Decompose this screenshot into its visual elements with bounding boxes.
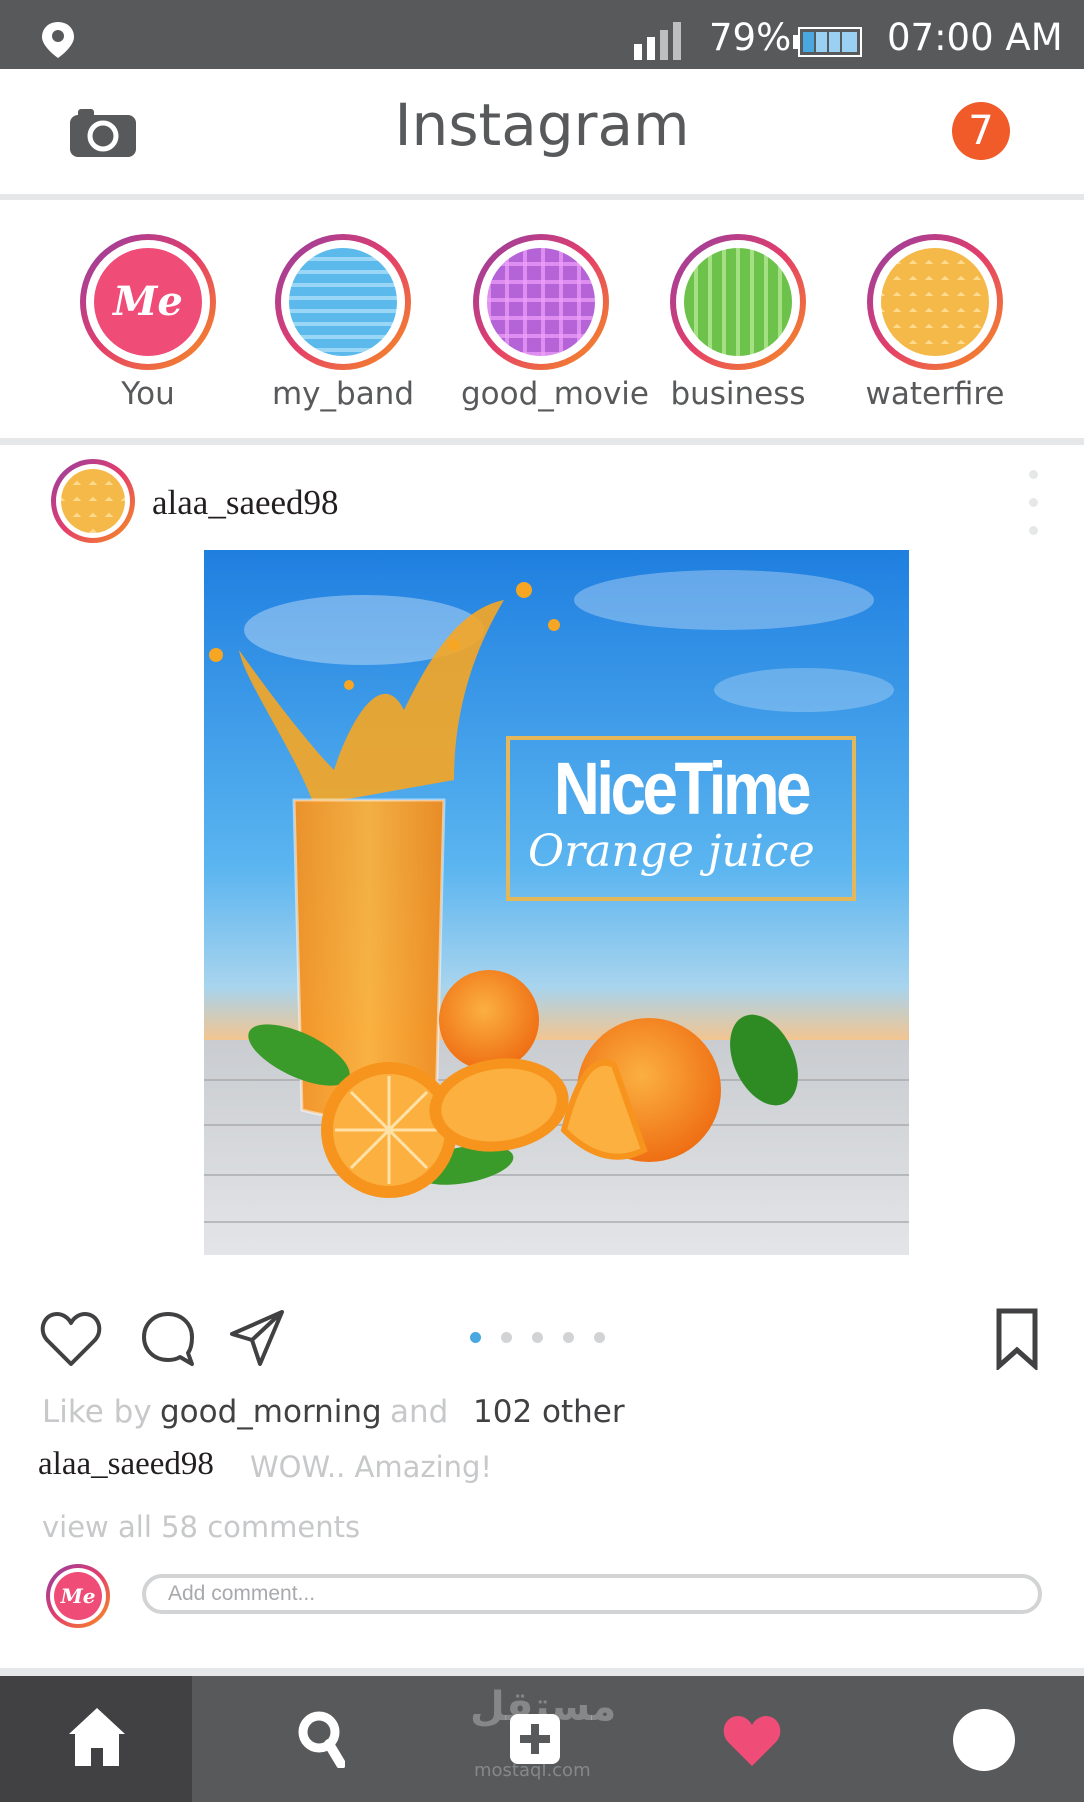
promo-textbox: NiceTime Orange juice — [506, 736, 856, 901]
promo-title: NiceTime — [553, 747, 812, 830]
status-bar: 79% 07:00 AM — [0, 0, 1084, 69]
story-avatar — [684, 248, 792, 356]
comment-input[interactable] — [142, 1574, 1042, 1614]
battery-icon — [793, 27, 862, 57]
me-avatar-small: Me — [54, 1572, 102, 1620]
story-avatar — [289, 248, 397, 356]
signal-icon — [634, 22, 681, 60]
nav-activity[interactable] — [624, 1676, 884, 1802]
view-comments-link[interactable]: view all 58 comments — [42, 1510, 360, 1544]
story-label: good_movie — [461, 376, 649, 412]
story-good-movie[interactable]: good_movie — [461, 234, 649, 412]
carousel-dot[interactable] — [532, 1332, 543, 1343]
likes-connector: and — [390, 1394, 449, 1430]
watermark-text: مستقل — [470, 1684, 617, 1730]
heart-icon[interactable] — [40, 1310, 102, 1368]
location-pin-icon — [42, 22, 74, 58]
likes-prefix: Like by — [42, 1394, 152, 1430]
story-my-band[interactable]: my_band — [263, 234, 423, 412]
clock: 07:00 AM — [887, 16, 1063, 59]
likes-others-link[interactable]: 102 other — [473, 1394, 625, 1430]
app-header: Instagram 7 — [0, 69, 1084, 200]
orange-juice-illustration — [204, 550, 909, 1255]
notification-badge[interactable]: 7 — [952, 102, 1010, 160]
nav-add[interactable]: مستقل mostaql.com — [454, 1676, 624, 1802]
me-avatar: Me — [94, 248, 202, 356]
carousel-dot[interactable] — [594, 1332, 605, 1343]
carousel-dot[interactable] — [563, 1332, 574, 1343]
nav-profile[interactable] — [884, 1676, 1084, 1802]
story-you[interactable]: Me You — [68, 234, 228, 412]
comment-avatar: Me — [46, 1564, 110, 1628]
nav-search[interactable] — [192, 1676, 454, 1802]
story-label: waterfire — [865, 376, 1005, 412]
story-waterfire[interactable]: waterfire — [855, 234, 1015, 412]
story-label: my_band — [271, 376, 415, 412]
bookmark-icon[interactable] — [996, 1308, 1038, 1370]
watermark-url: mostaql.com — [474, 1760, 591, 1781]
battery-percent: 79% — [709, 16, 792, 59]
profile-icon — [953, 1709, 1015, 1771]
divider — [0, 1668, 1084, 1676]
carousel-dot-active[interactable] — [470, 1332, 481, 1343]
post-username[interactable]: alaa_saeed98 — [152, 483, 339, 523]
likes-user-link[interactable]: good_morning — [160, 1394, 382, 1430]
bottom-nav: مستقل mostaql.com — [0, 1676, 1084, 1802]
post-author-avatar[interactable] — [51, 459, 135, 543]
heart-filled-icon — [723, 1716, 781, 1766]
share-icon[interactable] — [228, 1308, 286, 1368]
search-icon — [298, 1711, 345, 1768]
story-label: You — [121, 376, 175, 412]
caption-username[interactable]: alaa_saeed98 — [38, 1446, 214, 1483]
more-options-icon[interactable] — [1024, 470, 1042, 540]
caption-text: WOW.. Amazing! — [250, 1450, 493, 1484]
carousel-dot[interactable] — [501, 1332, 512, 1343]
story-business[interactable]: business — [658, 234, 818, 412]
story-avatar — [487, 248, 595, 356]
stories-bar: Me You my_band good_movie business water… — [0, 200, 1084, 445]
app-title: Instagram — [394, 91, 690, 159]
nav-home[interactable] — [0, 1676, 192, 1802]
promo-subtitle: Orange juice — [528, 826, 815, 877]
story-label: business — [670, 376, 806, 412]
post-image[interactable]: NiceTime Orange juice — [204, 550, 909, 1255]
comment-icon[interactable] — [140, 1310, 196, 1368]
story-avatar — [881, 248, 989, 356]
home-icon — [69, 1708, 125, 1766]
